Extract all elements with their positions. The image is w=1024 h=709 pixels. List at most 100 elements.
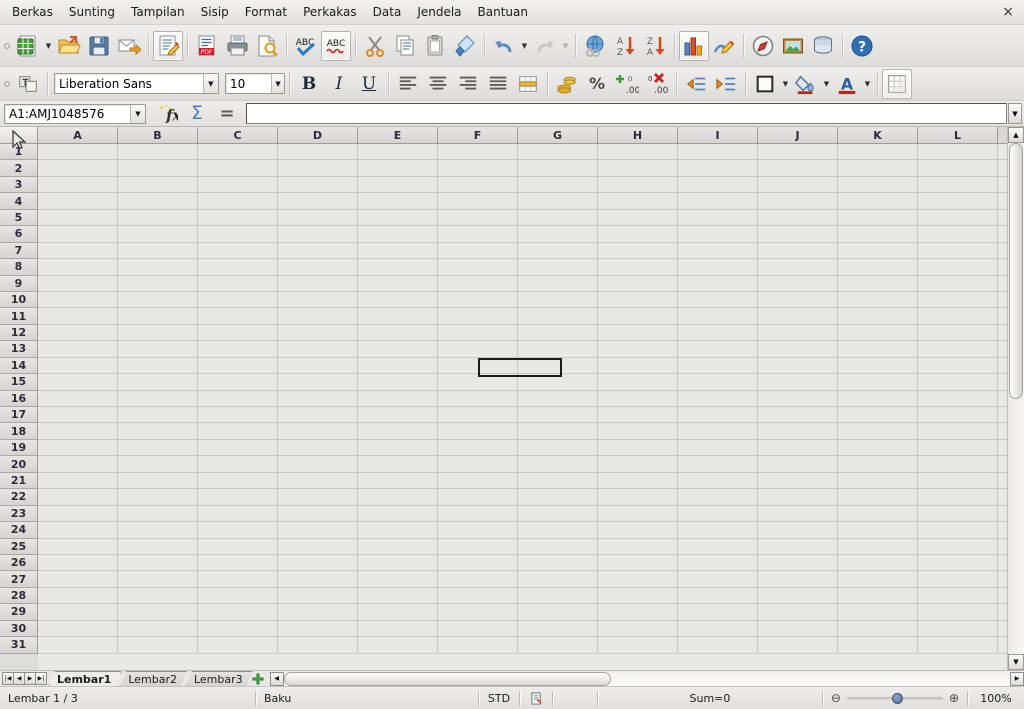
close-icon[interactable]: ×: [1002, 5, 1014, 19]
cell-C25[interactable]: [198, 538, 278, 554]
column-header-J[interactable]: J: [758, 127, 838, 143]
copy-button[interactable]: [390, 31, 420, 61]
cell-I16[interactable]: [678, 390, 758, 406]
vertical-scroll-track[interactable]: [1008, 143, 1024, 654]
cell-D25[interactable]: [278, 538, 358, 554]
cell-F28[interactable]: [438, 587, 518, 604]
toolbar-grip[interactable]: [2, 70, 11, 98]
cell-B28[interactable]: [118, 587, 198, 604]
cell-I20[interactable]: [678, 456, 758, 472]
column-header-G[interactable]: G: [518, 127, 598, 143]
cell-K13[interactable]: [838, 341, 918, 357]
cell-K23[interactable]: [838, 505, 918, 522]
column-header-I[interactable]: I: [678, 127, 758, 143]
cell-B24[interactable]: [118, 522, 198, 538]
add-decimal-button[interactable]: 0 .000: [612, 69, 642, 99]
cell-D31[interactable]: [278, 637, 358, 653]
cell-G2[interactable]: [518, 160, 598, 176]
column-header-D[interactable]: D: [278, 127, 358, 143]
spelling-check-button[interactable]: ABC: [291, 31, 321, 61]
menu-perkakas[interactable]: Perkakas: [295, 2, 365, 22]
sheet-tab-lembar3[interactable]: Lembar3: [186, 671, 253, 686]
cell-H18[interactable]: [598, 423, 678, 439]
cell-K7[interactable]: [838, 242, 918, 259]
cell-J30[interactable]: [758, 620, 838, 637]
cell-J19[interactable]: [758, 439, 838, 456]
cell-I26[interactable]: [678, 554, 758, 571]
vertical-scrollbar[interactable]: ▲ ▼: [1007, 127, 1024, 670]
clone-formatting-button[interactable]: [450, 31, 480, 61]
cell-I7[interactable]: [678, 242, 758, 259]
cell-F23[interactable]: [438, 505, 518, 522]
insert-chart-button[interactable]: [679, 30, 709, 61]
cell-C1[interactable]: [198, 144, 278, 160]
scroll-up-button[interactable]: ▲: [1008, 127, 1024, 143]
cell-G22[interactable]: [518, 489, 598, 505]
cell-G6[interactable]: [518, 226, 598, 242]
cell-L8[interactable]: [918, 259, 998, 275]
cell-E28[interactable]: [358, 587, 438, 604]
menu-berkas[interactable]: Berkas: [4, 2, 61, 22]
cell-H17[interactable]: [598, 407, 678, 423]
column-header-K[interactable]: K: [838, 127, 918, 143]
cell-E9[interactable]: [358, 275, 438, 291]
row-header-23[interactable]: 23: [0, 505, 38, 523]
cell-J28[interactable]: [758, 587, 838, 604]
autospellcheck-button[interactable]: ABC: [321, 30, 351, 61]
cell-G12[interactable]: [518, 324, 598, 341]
insert-image-button[interactable]: [778, 31, 808, 61]
cell-B21[interactable]: [118, 472, 198, 489]
cell-L2[interactable]: [918, 160, 998, 176]
cell-F6[interactable]: [438, 226, 518, 242]
cell-E13[interactable]: [358, 341, 438, 357]
cell-J17[interactable]: [758, 407, 838, 423]
cell-I28[interactable]: [678, 587, 758, 604]
undo-button[interactable]: [489, 31, 519, 61]
cell-H3[interactable]: [598, 176, 678, 193]
cell-G28[interactable]: [518, 587, 598, 604]
conditional-formatting-button[interactable]: [882, 68, 912, 99]
cell-C27[interactable]: [198, 571, 278, 587]
cell-L11[interactable]: [918, 308, 998, 324]
cell-C16[interactable]: [198, 390, 278, 406]
cell-A4[interactable]: [38, 193, 118, 209]
name-box-dropdown-icon[interactable]: ▼: [129, 104, 145, 123]
cell-B27[interactable]: [118, 571, 198, 587]
cell-L15[interactable]: [918, 374, 998, 390]
cell-H31[interactable]: [598, 637, 678, 653]
cell-D24[interactable]: [278, 522, 358, 538]
cut-button[interactable]: [360, 31, 390, 61]
cell-K11[interactable]: [838, 308, 918, 324]
cell-A17[interactable]: [38, 407, 118, 423]
cell-C2[interactable]: [198, 160, 278, 176]
cell-D19[interactable]: [278, 439, 358, 456]
cell-L31[interactable]: [918, 637, 998, 653]
font-name-input[interactable]: [55, 74, 203, 93]
cell-C9[interactable]: [198, 275, 278, 291]
cell-B12[interactable]: [118, 324, 198, 341]
cell-A5[interactable]: [38, 209, 118, 226]
cell-A20[interactable]: [38, 456, 118, 472]
cell-G18[interactable]: [518, 423, 598, 439]
cell-A31[interactable]: [38, 637, 118, 653]
cell-B6[interactable]: [118, 226, 198, 242]
menu-format[interactable]: Format: [237, 2, 295, 22]
cell-L25[interactable]: [918, 538, 998, 554]
cell-H26[interactable]: [598, 554, 678, 571]
cell-I15[interactable]: [678, 374, 758, 390]
cell-J14[interactable]: [758, 357, 838, 374]
cell-D21[interactable]: [278, 472, 358, 489]
font-name-combobox[interactable]: ▼: [54, 73, 219, 94]
cell-F3[interactable]: [438, 176, 518, 193]
cell-A15[interactable]: [38, 374, 118, 390]
cell-C7[interactable]: [198, 242, 278, 259]
cell-B17[interactable]: [118, 407, 198, 423]
cell-F26[interactable]: [438, 554, 518, 571]
menu-tampilan[interactable]: Tampilan: [123, 2, 193, 22]
cell-J21[interactable]: [758, 472, 838, 489]
hyperlink-button[interactable]: [580, 31, 610, 61]
cell-D14[interactable]: [278, 357, 358, 374]
italic-button[interactable]: I: [324, 69, 354, 99]
save-document-button[interactable]: [84, 31, 114, 61]
cell-K31[interactable]: [838, 637, 918, 653]
